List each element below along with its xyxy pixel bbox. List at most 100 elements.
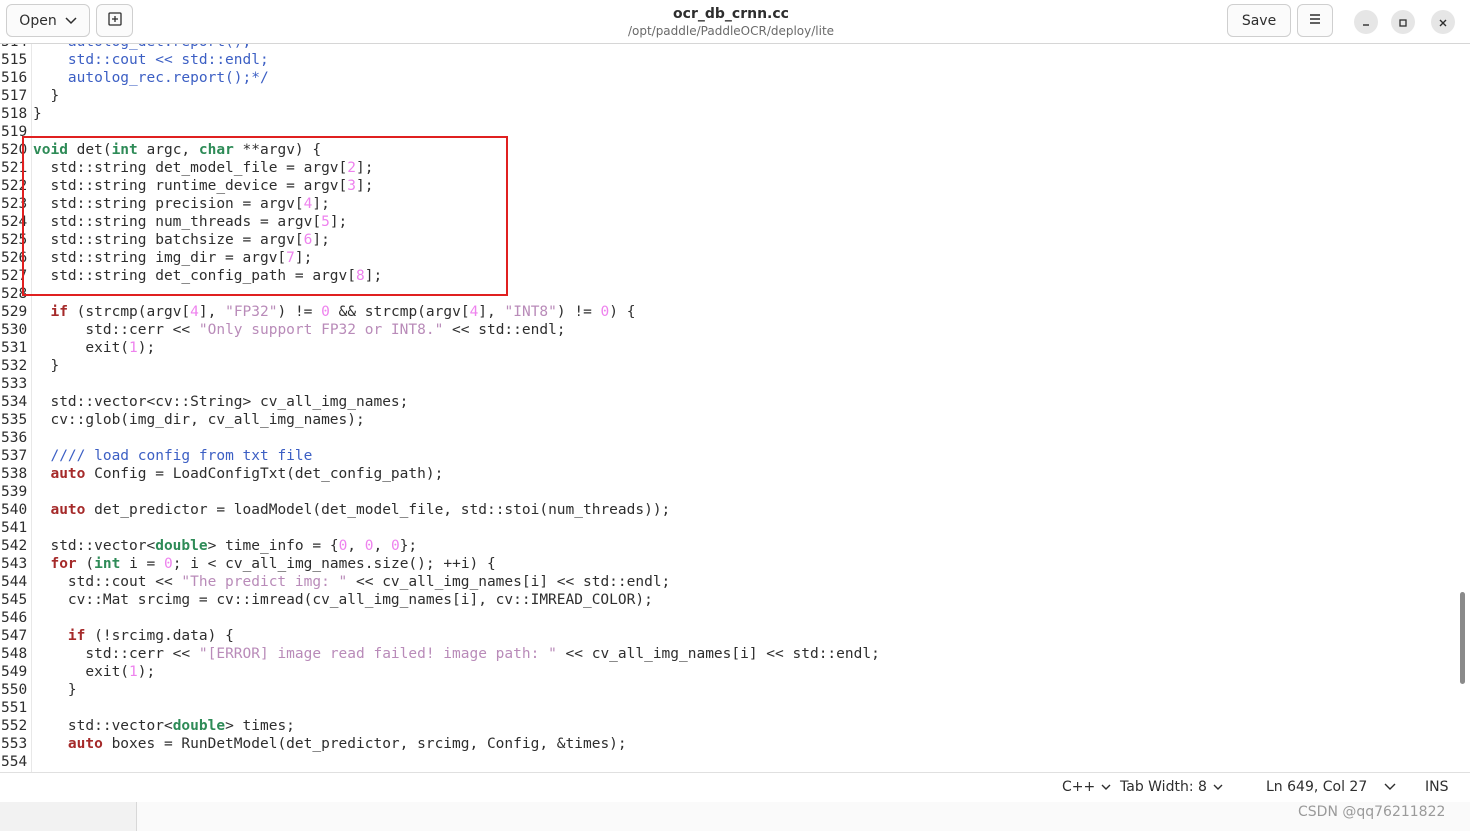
tab-width-selector[interactable]: Tab Width: 8: [1120, 779, 1223, 795]
line-number: 529: [1, 304, 28, 320]
bottom-strip: [0, 802, 1470, 831]
line-code: std::string img_dir = argv[7];: [33, 250, 313, 266]
header-bar: Open ocr_db_crnn.cc /opt/paddle/PaddleOC…: [0, 0, 1470, 44]
line-code: auto Config = LoadConfigTxt(det_config_p…: [50, 466, 444, 482]
line-number: 537: [1, 448, 28, 464]
language-selector[interactable]: C++: [1062, 779, 1111, 795]
document-path: /opt/paddle/PaddleOCR/deploy/lite: [627, 24, 835, 38]
line-number: 516: [1, 70, 28, 86]
line-code: std::vector<double> times;: [33, 718, 295, 734]
line-code: exit(1);: [33, 340, 156, 356]
cursor-position-label: Ln 649, Col 27: [1266, 779, 1368, 795]
line-number: 526: [1, 250, 28, 266]
line-number: 520: [1, 142, 28, 158]
title-block: ocr_db_crnn.cc /opt/paddle/PaddleOCR/dep…: [531, 5, 931, 39]
minimize-button[interactable]: [1354, 10, 1378, 34]
code-editor[interactable]: 514 autolog_det.report();515 std::cout <…: [0, 44, 1470, 772]
line-code: auto boxes = RunDetModel(det_predictor, …: [67, 736, 627, 752]
chevron-down-icon[interactable]: [1384, 779, 1396, 795]
line-number: 536: [1, 430, 28, 446]
line-code: std::vector<double> time_info = {0, 0, 0…: [33, 538, 418, 554]
line-code: if (!srcimg.data) {: [67, 628, 234, 644]
line-number: 521: [1, 160, 28, 176]
line-code: std::string precision = argv[4];: [33, 196, 330, 212]
line-number: 527: [1, 268, 28, 284]
line-code: cv::Mat srcimg = cv::imread(cv_all_img_n…: [33, 592, 653, 608]
line-code: std::cout << "The predict img: " << cv_a…: [33, 574, 671, 590]
line-number: 530: [1, 322, 28, 338]
insert-mode[interactable]: INS: [1425, 779, 1449, 795]
open-button[interactable]: Open: [6, 4, 90, 37]
hamburger-menu-icon: [1308, 13, 1322, 29]
line-number: 533: [1, 376, 28, 392]
main-menu-button[interactable]: [1297, 4, 1333, 37]
tab-width-label: Tab Width: 8: [1120, 779, 1207, 795]
line-number: 542: [1, 538, 28, 554]
line-code: }: [33, 682, 77, 698]
insert-mode-label: INS: [1425, 779, 1449, 795]
line-code: }: [33, 358, 60, 374]
line-number: 517: [1, 88, 28, 104]
line-number: 550: [1, 682, 28, 698]
line-number: 547: [1, 628, 28, 644]
line-number: 543: [1, 556, 28, 572]
line-number: 522: [1, 178, 28, 194]
line-number: 552: [1, 718, 28, 734]
line-code: std::vector<cv::String> cv_all_img_names…: [33, 394, 409, 410]
line-code: void det(int argc, char **argv) {: [33, 142, 322, 158]
status-bar: C++ Tab Width: 8 Ln 649, Col 27 INS: [0, 772, 1470, 802]
line-code: cv::glob(img_dir, cv_all_img_names);: [33, 412, 365, 428]
line-number: 545: [1, 592, 28, 608]
line-number: 549: [1, 664, 28, 680]
line-code: }: [33, 88, 60, 104]
new-tab-button[interactable]: [96, 4, 133, 37]
line-code: std::cerr << "Only support FP32 or INT8.…: [33, 322, 566, 338]
line-code: std::cerr << "[ERROR] image read failed!…: [33, 646, 880, 662]
line-number: 525: [1, 232, 28, 248]
line-number: 546: [1, 610, 28, 626]
close-icon: [1438, 13, 1448, 32]
line-code: std::string det_config_path = argv[8];: [33, 268, 383, 284]
watermark: CSDN @qq76211822: [1298, 804, 1446, 820]
line-number: 544: [1, 574, 28, 590]
line-code: auto det_predictor = loadModel(det_model…: [50, 502, 671, 518]
line-code: std::cout << std::endl;: [67, 52, 269, 68]
chevron-down-icon: [1213, 779, 1223, 795]
line-number: 548: [1, 646, 28, 662]
close-button[interactable]: [1431, 10, 1455, 34]
minimize-icon: [1361, 13, 1371, 32]
bottom-panel: [136, 802, 1470, 831]
line-number: 553: [1, 736, 28, 752]
line-number: 534: [1, 394, 28, 410]
line-number: 519: [1, 124, 28, 140]
cursor-position[interactable]: Ln 649, Col 27: [1266, 779, 1367, 795]
chevron-down-icon: [65, 13, 77, 29]
line-number: 539: [1, 484, 28, 500]
line-number: 532: [1, 358, 28, 374]
line-number: 540: [1, 502, 28, 518]
line-number: 535: [1, 412, 28, 428]
line-code: std::string num_threads = argv[5];: [33, 214, 348, 230]
line-number: 551: [1, 700, 28, 716]
line-number: 524: [1, 214, 28, 230]
line-code: }: [33, 106, 42, 122]
line-code: autolog_rec.report();*/: [67, 70, 269, 86]
open-label: Open: [19, 12, 57, 29]
line-number: 541: [1, 520, 28, 536]
maximize-icon: [1398, 13, 1408, 32]
vertical-scrollbar[interactable]: [1460, 592, 1465, 684]
line-code: exit(1);: [33, 664, 156, 680]
maximize-button[interactable]: [1391, 10, 1415, 34]
line-code: std::string det_model_file = argv[2];: [33, 160, 374, 176]
line-code: autolog_det.report();: [33, 44, 251, 51]
line-number: 531: [1, 340, 28, 356]
line-number: 528: [1, 286, 28, 302]
line-code: //// load config from txt file: [50, 448, 313, 464]
line-number: 523: [1, 196, 28, 212]
line-number: 538: [1, 466, 28, 482]
save-button[interactable]: Save: [1227, 4, 1291, 37]
language-label: C++: [1062, 779, 1096, 795]
line-number: 518: [1, 106, 28, 122]
document-title: ocr_db_crnn.cc: [673, 6, 789, 22]
line-number: 554: [1, 754, 28, 770]
